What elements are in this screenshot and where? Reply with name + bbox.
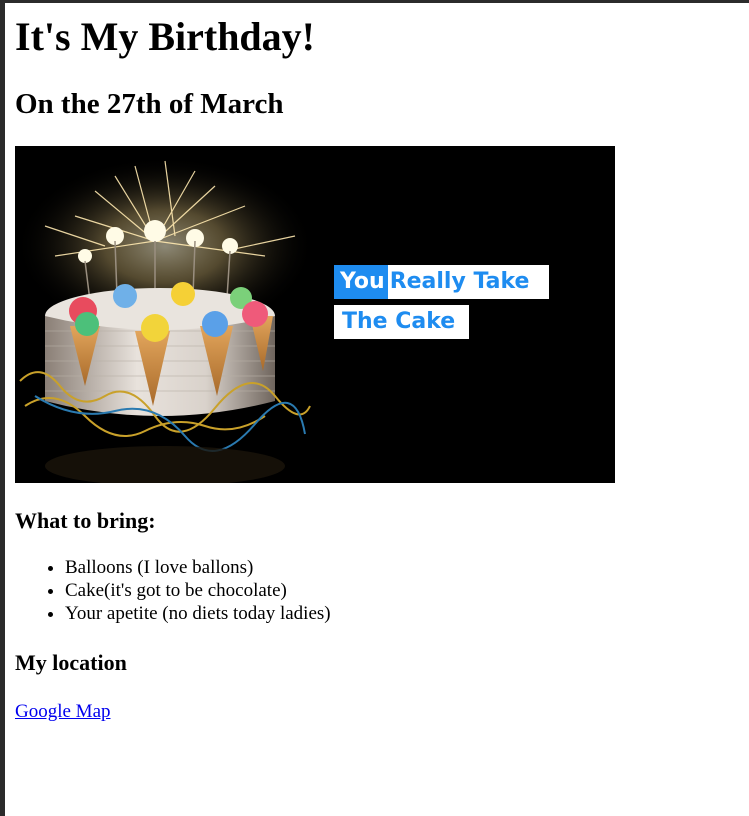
page-title: It's My Birthday!	[15, 14, 315, 59]
google-map-link[interactable]: Google Map	[15, 700, 111, 723]
bring-list: Balloons (I love ballons) Cake(it's got …	[15, 556, 331, 625]
list-item: Cake(it's got to be chocolate)	[65, 579, 331, 602]
page-subtitle: On the 27th of March	[15, 88, 284, 120]
hero-tagline-you: You	[334, 265, 388, 299]
birthday-cake-image: You Really Take The Cake	[15, 146, 615, 483]
what-to-bring-heading: What to bring:	[15, 508, 156, 533]
window-frame-left	[0, 0, 5, 816]
window-frame-top	[0, 0, 749, 3]
hero-tagline-line1: You Really Take	[334, 265, 549, 299]
cake-illustration	[15, 146, 615, 483]
hero-tagline-rest: Really Take	[389, 269, 530, 294]
location-heading: My location	[15, 650, 127, 675]
hero-tagline-line2: The Cake	[334, 305, 469, 339]
list-item: Balloons (I love ballons)	[65, 556, 331, 579]
list-item: Your apetite (no diets today ladies)	[65, 602, 331, 625]
